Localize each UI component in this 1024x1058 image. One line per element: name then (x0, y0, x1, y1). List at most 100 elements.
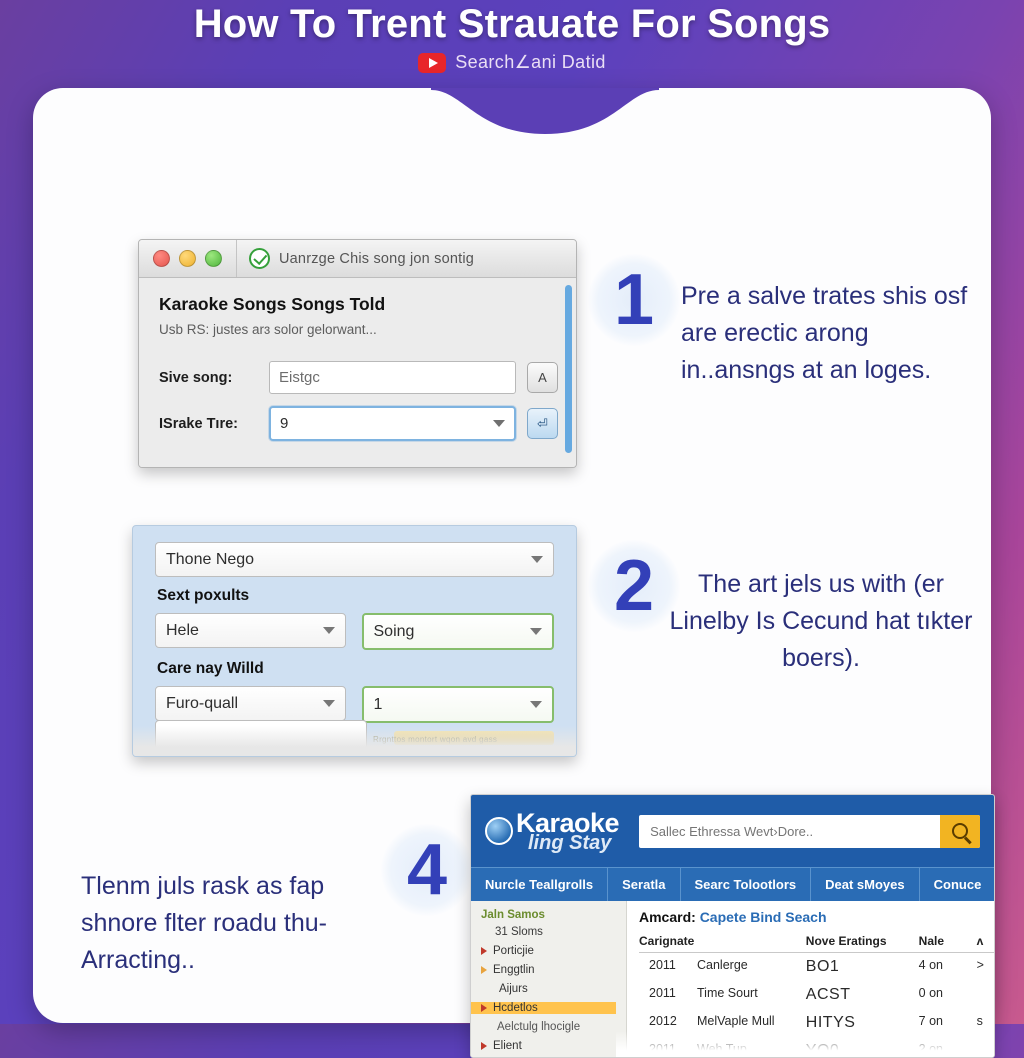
minimize-traffic-light[interactable] (179, 250, 196, 267)
soing-select[interactable]: Soing (361, 613, 554, 650)
count-select[interactable]: 1 (361, 686, 554, 723)
panel1-scrollbar[interactable] (565, 285, 572, 453)
content-title-link[interactable]: Capete Bind Seach (700, 909, 827, 925)
filter-row-2: Furo-quall 1 (155, 686, 554, 723)
panel2-fade (133, 726, 576, 756)
furo-quall-select[interactable]: Furo-quall (155, 686, 346, 721)
chevron-down-icon[interactable] (322, 700, 335, 707)
sidebar-item-aijurs[interactable]: Aijurs (481, 983, 626, 995)
traffic-lights[interactable] (139, 250, 236, 267)
maximize-traffic-light[interactable] (205, 250, 222, 267)
nav-item-0[interactable]: Nurcle Teallgrolls (471, 868, 609, 901)
window-title: Uanrzge Chis song jon sontig (279, 250, 475, 267)
nav-item-2[interactable]: Searc Tolootlors (681, 868, 812, 901)
chevron-down-icon[interactable] (493, 420, 505, 427)
col-carignate[interactable]: Carignate (639, 934, 806, 953)
furo-quall-value: Furo-quall (166, 694, 239, 712)
arrow-button[interactable]: ⏎ (527, 408, 558, 439)
window-body: Karaoke Songs Songs Told Usb RS: justes … (139, 278, 576, 467)
col-nale[interactable]: Nale (918, 934, 977, 953)
cell-year: 2011 (649, 986, 676, 1000)
sidebar-item-aelctulg[interactable]: Aelctulg lhocigle (497, 1021, 626, 1033)
sidebar-item-porticjie[interactable]: Porticjie (481, 945, 626, 957)
letter-a-button[interactable]: A (527, 362, 558, 393)
page-header: How To Trent Strauate For Songs Search∠a… (0, 0, 1024, 96)
cell-extra (977, 1037, 994, 1057)
panel-search-filters[interactable]: Thone Neɡo Sext poxults Hele Soing Care … (132, 525, 577, 757)
card-notch (431, 88, 659, 134)
sidebar-item-label: Elient (493, 1040, 522, 1052)
site-search-bar[interactable] (639, 814, 980, 848)
chevron-down-icon[interactable] (530, 701, 542, 708)
sidebar-item-hcdetlos[interactable]: Hcdetlos (471, 1002, 616, 1014)
panel1-heading: Karaoke Songs Songs Told (159, 294, 386, 314)
site-search-input[interactable] (639, 814, 940, 848)
panel1-subtext: Usb RS: justes arɜ solor gelorwant... (159, 322, 377, 337)
srake-time-label: ISrake Tıre: (159, 415, 238, 432)
titlebar-divider (236, 240, 237, 277)
globe-icon (485, 817, 513, 845)
count-value: 1 (373, 695, 383, 713)
channel-name: Search∠ani Datid (455, 52, 606, 72)
cell-name: Time Sourt (697, 986, 758, 1000)
sidebar-item-enggtlin[interactable]: Enggtlin (481, 964, 626, 976)
col-nove-eratings[interactable]: Nove Eratings (805, 934, 919, 953)
brand-line-2: ling Stay (528, 831, 612, 854)
site-logo[interactable]: Karaoke ling Stay (485, 809, 620, 854)
cell-year: 2011 (649, 958, 676, 972)
results-table[interactable]: Carignate Nove Eratings Nale ᴧ 2011 Canl… (639, 934, 994, 1057)
sive-song-label: Sive song: (159, 369, 233, 386)
content-card: Uanrzge Chis song jon sontig Karaoke Son… (33, 88, 995, 1058)
sidebar-item-elient[interactable]: Elient (481, 1040, 626, 1052)
youtube-play-icon (418, 52, 447, 73)
col-extra[interactable]: ᴧ (976, 934, 994, 953)
table-row[interactable]: 2011 Weh Tup YO0 2 on (639, 1037, 994, 1057)
sidebar-subheading: 31 Sloms (495, 926, 543, 938)
site-search-button[interactable] (940, 814, 980, 848)
step-text-4: Tlenm juls rask as fap shnore flter road… (81, 872, 327, 974)
nav-item-4[interactable]: Conuce (920, 868, 994, 901)
sive-song-input[interactable]: Eistgc (269, 361, 516, 394)
content-title: Amcard: Capete Bind Seach (639, 909, 994, 925)
site-sidebar[interactable]: Jaln Samos 31 Sloms Porticjie Enggtlin A… (471, 901, 627, 1057)
cell-extra: s (976, 1014, 983, 1028)
field-row-sive-song: Sive song: Eistgc A (159, 361, 558, 394)
filter-row-1: Hele Soing (155, 613, 554, 650)
thone-nego-select[interactable]: Thone Neɡo (155, 542, 554, 577)
cell-name: Weh Tup (697, 1042, 747, 1056)
hele-value: Hele (166, 621, 199, 639)
bullet-icon (481, 966, 487, 974)
site-main: Jaln Samos 31 Sloms Porticjie Enggtlin A… (471, 901, 994, 1057)
cell-name: MelVaple Mull (697, 1014, 775, 1028)
close-traffic-light[interactable] (153, 250, 170, 267)
panel-manage-song-window[interactable]: Uanrzge Chis song jon sontig Karaoke Son… (138, 239, 577, 468)
bullet-icon (481, 1042, 487, 1050)
site-content: Amcard: Capete Bind Seach Carignate Nove… (627, 901, 994, 1057)
channel-byline: Search∠ani Datid (418, 52, 606, 73)
sidebar-item-label: Enggtlin (493, 964, 535, 976)
page-title: How To Trent Strauate For Songs (193, 2, 831, 46)
sext-poxults-label: Sext poxults (157, 587, 250, 604)
step-text-1: Pre a salve trates shis osf are erectic … (681, 282, 968, 384)
window-titlebar[interactable]: Uanrzge Chis song jon sontig (139, 240, 576, 278)
panel-karaoke-website[interactable]: Karaoke ling Stay Nurcle Teallgrolls Ser… (470, 794, 995, 1058)
cell-year: 2012 (649, 1014, 677, 1028)
table-row[interactable]: 2012 MelVaple Mull HITYS 7 on s (639, 1009, 994, 1037)
panel2-inner: Thone Neɡo Sext poxults Hele Soing Care … (133, 526, 576, 751)
bullet-icon (481, 1004, 487, 1012)
cell-rating: BO1 (805, 958, 840, 975)
chevron-down-icon[interactable] (530, 628, 542, 635)
table-row[interactable]: 2011 Canlerge BO1 4 on > (639, 953, 994, 982)
srake-time-combobox[interactable]: 9 (269, 406, 516, 441)
nav-item-3[interactable]: Deat sMoyes (811, 868, 920, 901)
hele-select[interactable]: Hele (155, 613, 346, 648)
site-nav[interactable]: Nurcle Teallgrolls Seratla Searc Tolootl… (471, 867, 994, 901)
chevron-down-icon[interactable] (531, 556, 543, 563)
sidebar-heading: Jaln Samos (481, 909, 545, 921)
step-text-2: The art jels us with (er Linelby Is Cecu… (669, 570, 973, 672)
nav-item-1[interactable]: Seratla (608, 868, 681, 901)
table-row[interactable]: 2011 Time Sourt ACST 0 on (639, 981, 994, 1009)
cell-name: Canlerge (697, 958, 748, 972)
chevron-down-icon[interactable] (322, 627, 335, 634)
site-header: Karaoke ling Stay (471, 795, 994, 867)
